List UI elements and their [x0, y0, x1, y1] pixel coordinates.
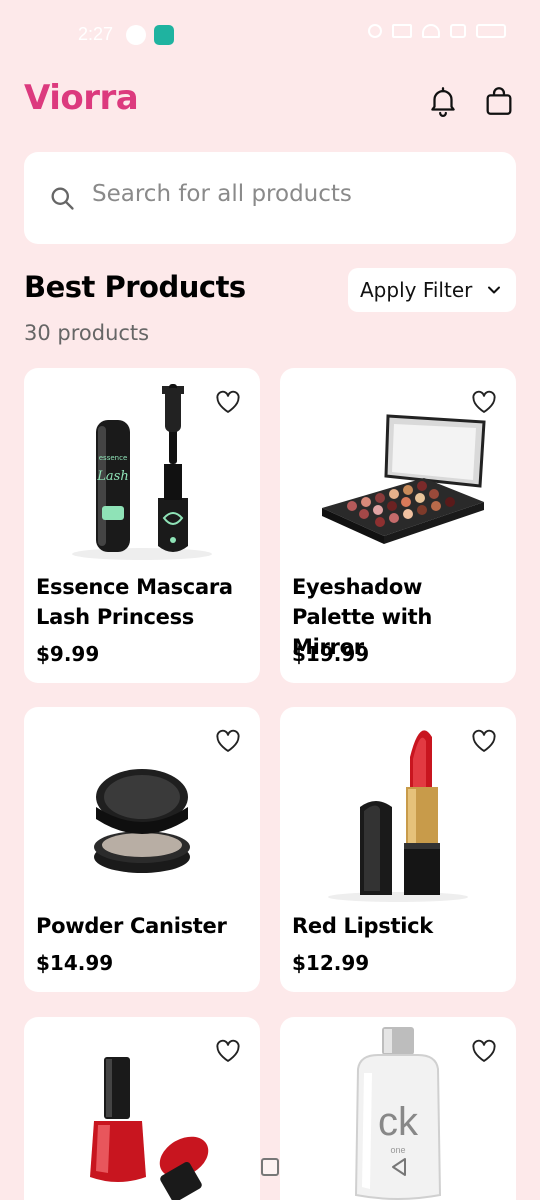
app-header: Viorra — [24, 78, 516, 126]
chevron-down-icon — [488, 286, 500, 294]
heart-icon[interactable] — [214, 1037, 242, 1065]
heart-icon[interactable] — [214, 727, 242, 755]
home-nav-button[interactable] — [261, 1158, 279, 1176]
alarm-icon — [368, 24, 382, 38]
shopping-bag-icon[interactable] — [482, 84, 516, 118]
chat-notification-icon — [154, 25, 174, 45]
product-card[interactable]: Red Lipstick $12.99 — [280, 707, 516, 992]
section-title: Best Products — [24, 270, 246, 304]
wifi-icon — [422, 24, 440, 38]
apply-filter-button[interactable]: Apply Filter — [348, 268, 516, 312]
signal-icon — [450, 24, 466, 38]
svg-text:Lash: Lash — [96, 469, 128, 484]
status-bar: 2:27 — [0, 0, 540, 70]
product-name: Powder Canister — [36, 914, 227, 938]
search-input[interactable]: Search for all products — [92, 181, 352, 207]
search-bar[interactable]: Search for all products — [24, 152, 516, 244]
svg-text:one: one — [390, 1145, 405, 1155]
product-price: $14.99 — [36, 951, 114, 975]
product-price: $12.99 — [292, 951, 370, 975]
status-time: 2:27 — [78, 24, 114, 44]
brand-logo: Viorra — [24, 78, 139, 118]
product-price: $19.99 — [292, 642, 370, 666]
data-speed-icon — [392, 24, 412, 38]
back-nav-icon[interactable] — [388, 1156, 410, 1178]
product-card[interactable] — [24, 1017, 260, 1200]
search-icon — [51, 187, 74, 210]
heart-icon[interactable] — [470, 1037, 498, 1065]
product-card[interactable]: Eyeshadow Palette with Mirror $19.99 — [280, 368, 516, 683]
bell-icon[interactable] — [426, 84, 460, 118]
svg-text:ck: ck — [378, 1100, 419, 1144]
product-card[interactable]: Powder Canister $14.99 — [24, 707, 260, 992]
heart-icon[interactable] — [470, 727, 498, 755]
product-card[interactable]: essence Lash Essence Mascara Lash Prince… — [24, 368, 260, 683]
product-name: Essence Mascara Lash Princess — [36, 575, 233, 629]
heart-icon[interactable] — [470, 388, 498, 416]
product-count: 30 products — [24, 321, 150, 345]
svg-text:essence: essence — [99, 454, 128, 462]
product-price: $9.99 — [36, 642, 100, 666]
filter-label: Apply Filter — [360, 278, 473, 302]
notification-icon — [126, 25, 146, 45]
product-name: Red Lipstick — [292, 914, 433, 938]
battery-icon — [476, 24, 506, 38]
heart-icon[interactable] — [214, 388, 242, 416]
status-icons — [368, 24, 506, 38]
